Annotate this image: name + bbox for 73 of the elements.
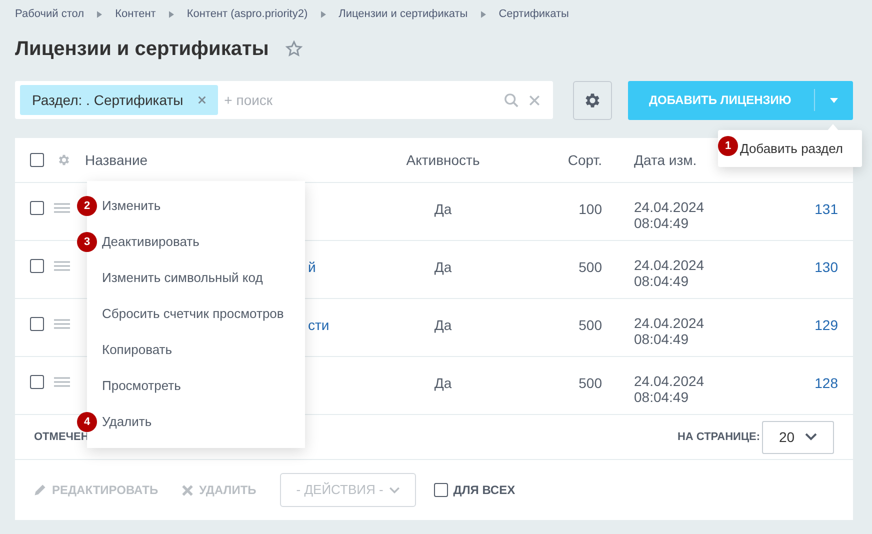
per-page-select[interactable]: 20 (762, 420, 834, 454)
breadcrumb-link[interactable]: Контент (115, 6, 156, 23)
activity-cell-text: Да (433, 316, 453, 335)
step-badge: 1 (718, 136, 738, 156)
filter-search-field[interactable]: Раздел: . Сертификаты + поиск (15, 81, 553, 119)
chevron-down-icon (389, 486, 400, 494)
row-checkbox[interactable] (30, 259, 44, 273)
column-header[interactable]: Название (85, 150, 378, 170)
close-icon[interactable] (198, 96, 206, 104)
row-checkbox[interactable] (30, 317, 44, 331)
sort-cell-text: 500 (578, 258, 603, 277)
menu-item[interactable]: Копировать (99, 332, 305, 368)
activity-cell-text: Да (433, 258, 453, 277)
step-badge: 3 (77, 232, 97, 252)
drag-handle-icon[interactable] (54, 203, 70, 213)
cross-icon (182, 484, 194, 496)
search-icon[interactable] (504, 92, 519, 108)
caret-icon[interactable] (830, 98, 838, 102)
row-checkbox[interactable] (30, 375, 44, 389)
date-cell-text: 24.04.2024 08:04:49 (633, 199, 706, 231)
id-link[interactable]: 129 (760, 315, 853, 336)
filter-tag-label: Раздел: . Сертификаты (32, 90, 184, 110)
column-header[interactable]: Сорт. (508, 150, 612, 170)
drag-handle-icon[interactable] (54, 261, 70, 271)
step-badge: 2 (77, 196, 97, 216)
element-name-link[interactable]: й (308, 259, 316, 275)
select-all-checkbox[interactable] (30, 153, 44, 167)
breadcrumb-link[interactable]: Контент (aspro.priority2) (186, 6, 308, 23)
sort-cell-text: 500 (578, 374, 603, 393)
date-cell-text: 24.04.2024 08:04:49 (633, 373, 706, 405)
add-license-label: ДОБАВИТЬ ЛИЦЕНЗИЮ (648, 92, 792, 109)
chevron-down-icon (805, 433, 817, 441)
id-link[interactable]: 128 (760, 373, 853, 394)
menu-item[interactable]: Удалить (99, 404, 305, 440)
drag-handle-icon[interactable] (54, 319, 70, 329)
close-icon[interactable] (529, 94, 540, 106)
breadcrumb-arrow-icon (320, 11, 326, 18)
menu-item[interactable]: Изменить (99, 188, 305, 224)
id-link[interactable]: 131 (760, 199, 853, 220)
date-cell-text: 24.04.2024 08:04:49 (633, 257, 706, 289)
sort-cell-text: 100 (578, 200, 603, 219)
breadcrumb-arrow-icon (480, 11, 486, 18)
breadcrumb-link[interactable]: Сертификаты (498, 6, 569, 23)
column-header[interactable]: Активность (378, 150, 508, 170)
sort-cell-text: 500 (578, 316, 603, 335)
element-name-link[interactable]: сти (308, 317, 330, 333)
menu-item[interactable]: Сбросить счетчик просмотров (99, 296, 305, 332)
settings-button[interactable] (573, 80, 612, 120)
drag-handle-icon[interactable] (54, 377, 70, 387)
page-title: Лицензии и сертификаты (15, 37, 269, 62)
star-icon[interactable] (284, 40, 303, 58)
filter-tag[interactable]: Раздел: . Сертификаты (20, 85, 218, 115)
breadcrumb-arrow-icon (97, 11, 102, 18)
for-all-checkbox[interactable] (434, 483, 448, 497)
menu-item[interactable]: Изменить символьный код (99, 260, 305, 296)
activity-cell-text: Да (433, 374, 453, 393)
breadcrumb-link[interactable]: Рабочий стол (15, 6, 84, 23)
settings-icon[interactable] (583, 90, 602, 110)
selected-count-label: ОТМЕЧЕН (34, 430, 89, 445)
step-badge: 4 (77, 412, 97, 432)
date-cell-text: 24.04.2024 08:04:49 (633, 315, 706, 347)
breadcrumb-link[interactable]: Лицензии и сертификаты (338, 6, 468, 23)
for-all-label: ДЛЯ ВСЕХ (453, 482, 516, 499)
search-input[interactable]: + поиск (224, 90, 504, 110)
per-page-label: НА СТРАНИЦЕ: (677, 430, 760, 445)
menu-item[interactable]: Деактивировать (99, 224, 305, 260)
activity-cell-text: Да (433, 200, 453, 219)
menu-item[interactable]: Добавить раздел (740, 138, 862, 158)
pencil-icon (33, 483, 47, 497)
row-checkbox[interactable] (30, 201, 44, 215)
menu-item[interactable]: Просмотреть (99, 368, 305, 404)
id-link[interactable]: 130 (760, 257, 853, 278)
breadcrumb-arrow-icon (168, 11, 174, 18)
